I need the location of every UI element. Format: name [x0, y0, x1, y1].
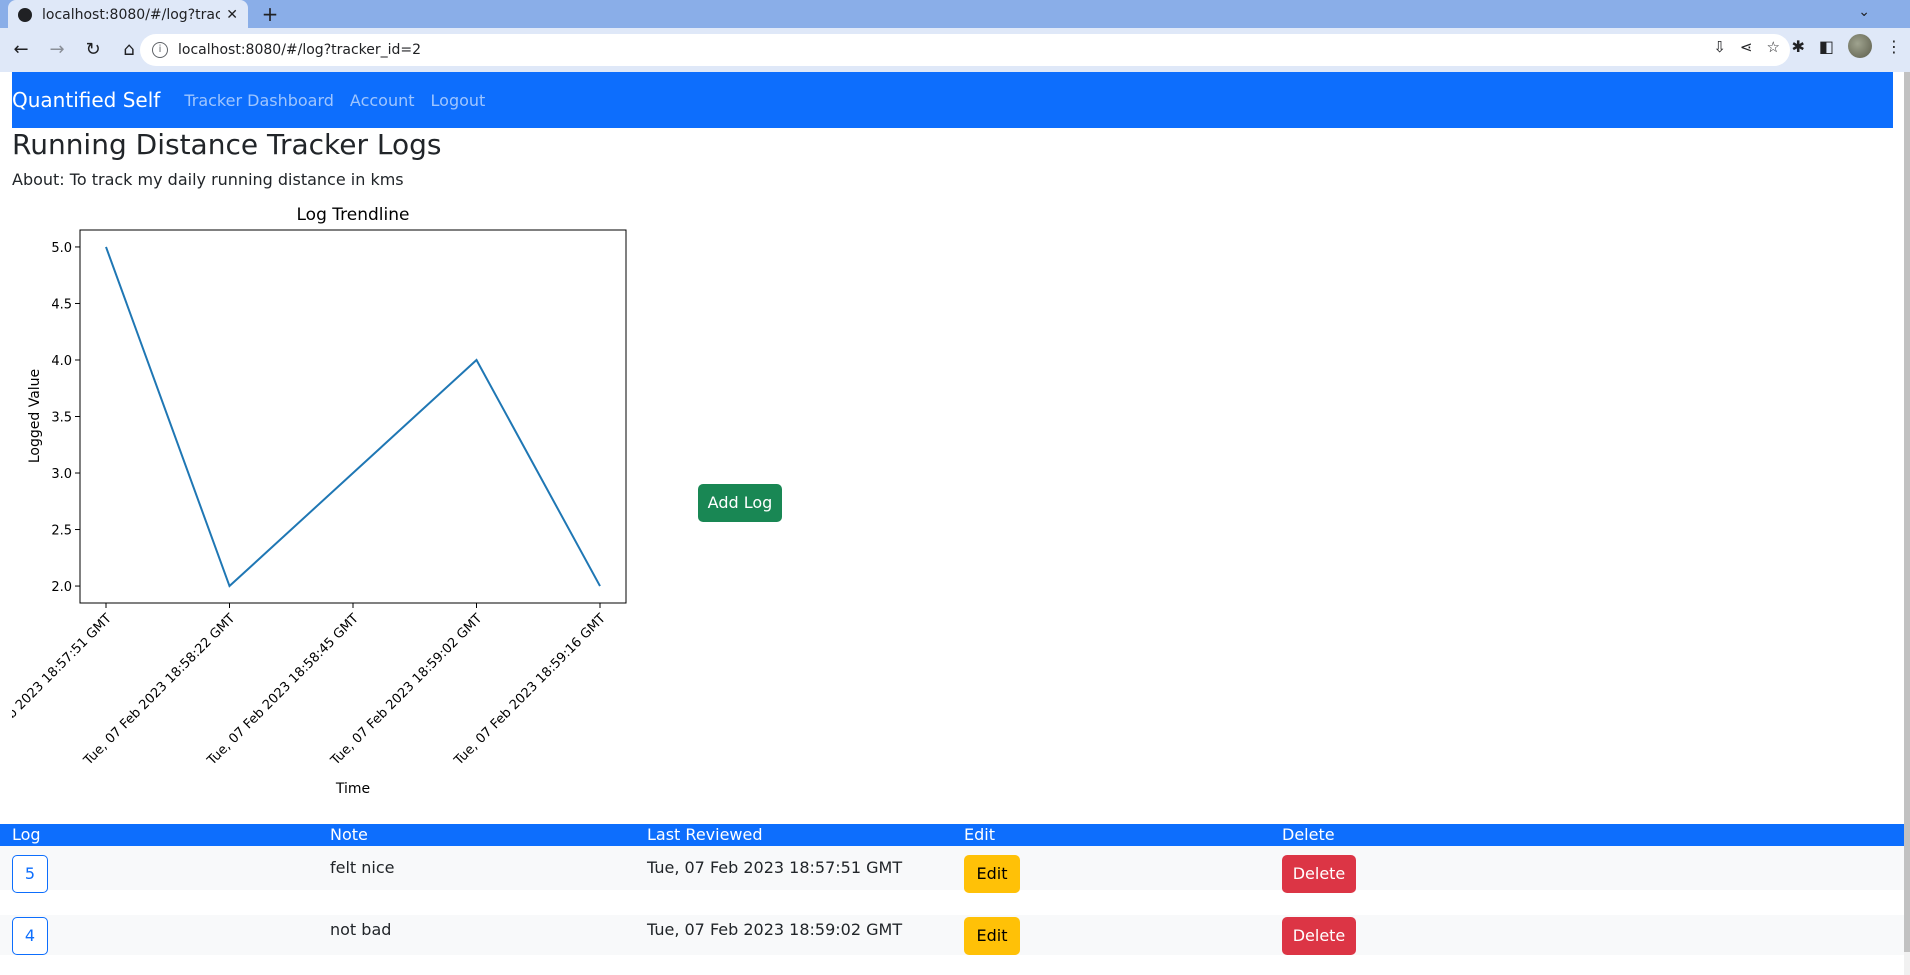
app-navbar: Quantified Self Tracker Dashboard Accoun… [12, 72, 1893, 128]
page-title: Running Distance Tracker Logs [12, 128, 442, 161]
delete-button[interactable]: Delete [1282, 917, 1356, 955]
globe-icon [18, 8, 32, 22]
tab-strip: localhost:8080/#/log?trac ✕ + ⌄ [0, 0, 1910, 30]
menu-icon[interactable]: ⋮ [1886, 37, 1902, 56]
info-icon[interactable]: i [152, 42, 168, 58]
browser-toolbar: ← → ↻ ⌂ i localhost:8080/#/log?tracker_i… [0, 28, 1910, 72]
y-axis: 2.0 2.5 3.0 3.5 4.0 4.5 5.0 [51, 241, 80, 595]
y-tick-label: 3.5 [51, 411, 72, 426]
table-row: felt nice Tue, 07 Feb 2023 18:57:51 GMT [0, 846, 1905, 890]
edit-button[interactable]: Edit [964, 855, 1020, 893]
header-edit: Edit [964, 825, 995, 844]
address-bar[interactable]: i localhost:8080/#/log?tracker_id=2 [140, 34, 1790, 66]
star-icon[interactable]: ☆ [1767, 38, 1780, 56]
install-icon[interactable]: ⇩ [1713, 38, 1726, 56]
y-tick-label: 2.0 [51, 580, 72, 595]
y-axis-label: Logged Value [27, 369, 43, 463]
browser-tab[interactable]: localhost:8080/#/log?trac ✕ [8, 0, 248, 30]
toolbar-right: ✱ ◧ ⋮ [1791, 34, 1902, 58]
extensions-icon[interactable]: ✱ [1791, 37, 1804, 56]
chart-svg: Log Trendline 2.0 2.5 3.0 3.5 4.0 4.5 5.0 Tue,… [0, 205, 627, 797]
table-row: not bad Tue, 07 Feb 2023 18:59:02 GMT [0, 915, 1905, 955]
y-tick-label: 3.0 [51, 467, 72, 482]
plot-area [79, 229, 627, 604]
x-axis: Tue, 07 Feb 2023 18:57:51 GMTTue, 07 Feb… [0, 603, 609, 769]
address-bar-actions: ⇩ ⋖ ☆ [1713, 38, 1780, 56]
table-header: Log Note Last Reviewed Edit Delete [0, 824, 1905, 846]
y-tick-label: 4.0 [51, 354, 72, 369]
row-note: felt nice [330, 858, 395, 877]
series-line [105, 246, 601, 588]
log-trendline-chart: Log Trendline 2.0 2.5 3.0 3.5 4.0 4.5 5.0 Tue,… [0, 200, 692, 810]
delete-button[interactable]: Delete [1282, 855, 1356, 893]
edit-button[interactable]: Edit [964, 917, 1020, 955]
header-log: Log [12, 825, 41, 844]
chart-title: Log Trendline [297, 205, 410, 225]
y-tick-label: 2.5 [51, 524, 72, 539]
close-icon[interactable]: ✕ [226, 7, 238, 23]
share-icon[interactable]: ⋖ [1740, 38, 1753, 56]
back-arrow-icon[interactable]: ← [6, 35, 36, 65]
row-note: not bad [330, 920, 392, 939]
header-delete: Delete [1282, 825, 1335, 844]
add-log-button[interactable]: Add Log [698, 484, 782, 522]
new-tab-button[interactable]: + [258, 2, 282, 26]
url-text: localhost:8080/#/log?tracker_id=2 [178, 42, 422, 58]
log-value-button[interactable]: 4 [12, 917, 48, 955]
x-tick-label: Tue, 07 Feb 2023 18:59:16 GMT [451, 611, 609, 769]
reload-icon[interactable]: ↻ [78, 35, 108, 65]
forward-arrow-icon[interactable]: → [42, 35, 72, 65]
x-tick-label: Tue, 07 Feb 2023 18:59:02 GMT [327, 611, 485, 769]
chevron-down-icon[interactable]: ⌄ [1858, 4, 1870, 20]
x-tick-label: Tue, 07 Feb 2023 18:58:22 GMT [80, 611, 238, 769]
scrollbar-thumb[interactable] [1904, 72, 1910, 952]
logs-table: Log Note Last Reviewed Edit Delete [0, 824, 1905, 846]
nav-link-logout[interactable]: Logout [431, 91, 486, 110]
row-last-reviewed: Tue, 07 Feb 2023 18:57:51 GMT [647, 858, 903, 877]
nav-link-account[interactable]: Account [350, 91, 415, 110]
nav-link-tracker-dashboard[interactable]: Tracker Dashboard [184, 91, 334, 110]
y-tick-label: 5.0 [51, 241, 72, 256]
row-last-reviewed: Tue, 07 Feb 2023 18:59:02 GMT [647, 920, 903, 939]
x-tick-label: Tue, 07 Feb 2023 18:58:45 GMT [204, 611, 362, 769]
tab-title: localhost:8080/#/log?trac [42, 7, 221, 23]
log-value-button[interactable]: 5 [12, 855, 48, 893]
brand-link[interactable]: Quantified Self [12, 88, 160, 112]
header-note: Note [330, 825, 368, 844]
x-axis-label: Time [335, 781, 370, 797]
side-panel-icon[interactable]: ◧ [1819, 37, 1834, 56]
y-tick-label: 4.5 [51, 297, 72, 312]
profile-avatar[interactable] [1848, 34, 1872, 58]
tracker-about: About: To track my daily running distanc… [12, 170, 404, 189]
header-last-reviewed: Last Reviewed [647, 825, 763, 844]
